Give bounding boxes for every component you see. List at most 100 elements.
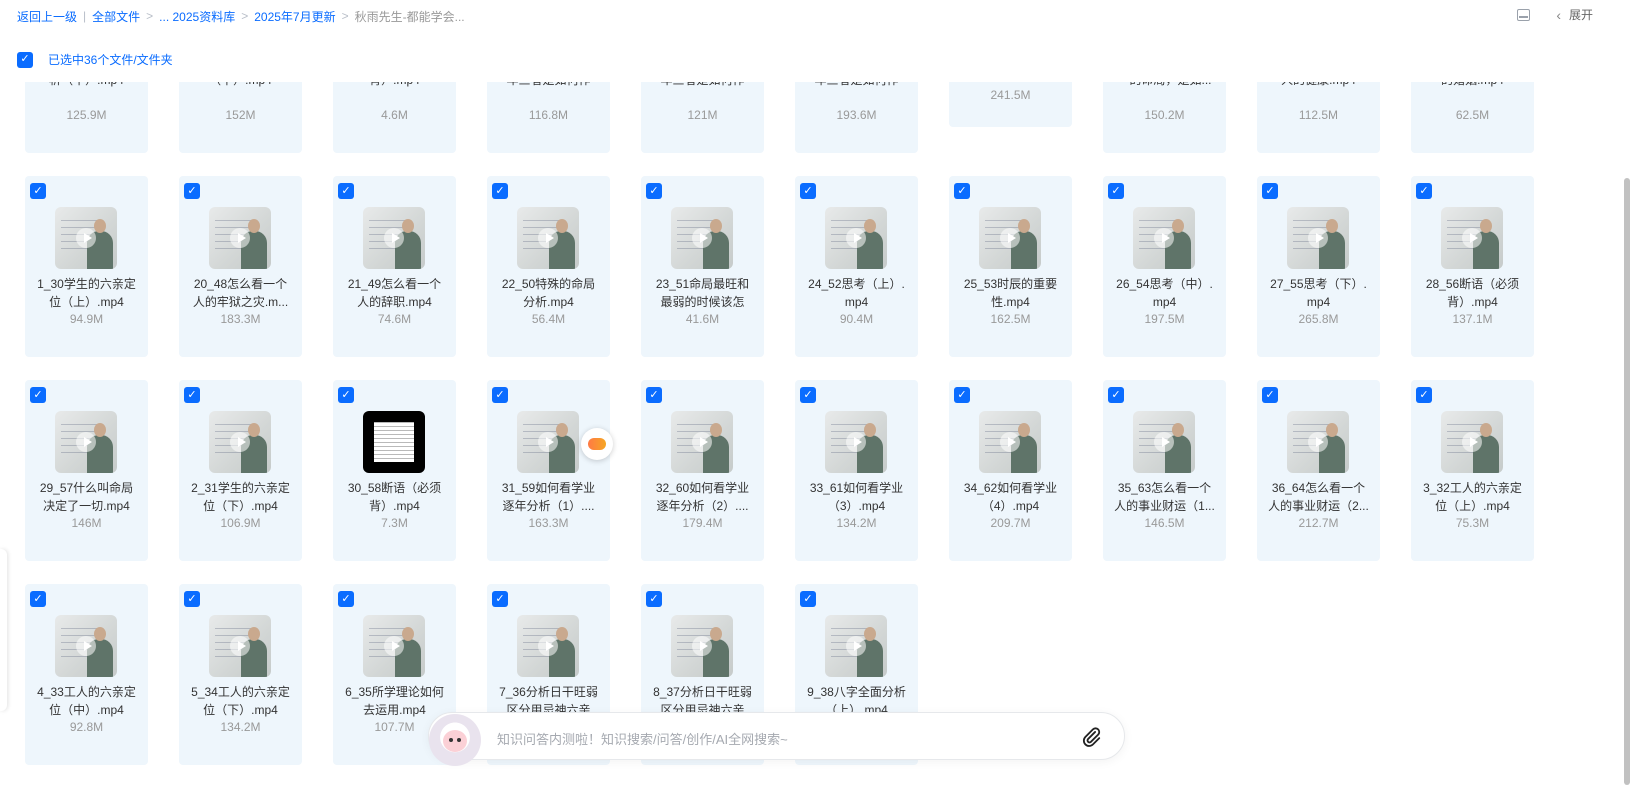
file-checkbox[interactable]: ✓ bbox=[800, 591, 816, 607]
video-thumbnail[interactable] bbox=[209, 207, 271, 269]
ai-assistant-icon[interactable] bbox=[581, 428, 613, 460]
file-checkbox[interactable]: ✓ bbox=[492, 387, 508, 403]
video-thumbnail[interactable] bbox=[517, 615, 579, 677]
file-checkbox[interactable]: ✓ bbox=[646, 387, 662, 403]
ask-input[interactable]: 知识问答内测啦！知识搜索/问答/创作/AI全网搜索~ bbox=[497, 729, 788, 748]
video-thumbnail[interactable] bbox=[1133, 411, 1195, 473]
file-card[interactable]: ✓ 36_64怎么看一个人的事业财运（2... 212.7M bbox=[1257, 380, 1380, 561]
file-checkbox[interactable]: ✓ bbox=[800, 183, 816, 199]
file-name[interactable]: 年三者是如何作 bbox=[497, 82, 600, 89]
file-name[interactable]: 6_35所学理论如何去运用.mp4 bbox=[343, 683, 446, 719]
file-name[interactable]: 20_48怎么看一个人的牢狱之灾.m... bbox=[189, 275, 292, 311]
file-checkbox[interactable]: ✓ bbox=[492, 183, 508, 199]
document-thumbnail[interactable] bbox=[363, 411, 425, 473]
file-name[interactable]: 36_64怎么看一个人的事业财运（2... bbox=[1267, 479, 1370, 515]
file-checkbox[interactable]: ✓ bbox=[338, 183, 354, 199]
file-card[interactable]: 背）.mp4 4.6M bbox=[333, 82, 456, 153]
video-thumbnail[interactable] bbox=[209, 615, 271, 677]
breadcrumb-back[interactable]: 返回上一级 bbox=[17, 8, 77, 25]
file-checkbox[interactable]: ✓ bbox=[1262, 387, 1278, 403]
file-checkbox[interactable]: ✓ bbox=[1108, 387, 1124, 403]
file-checkbox[interactable]: ✓ bbox=[1416, 183, 1432, 199]
video-thumbnail[interactable] bbox=[825, 615, 887, 677]
file-name[interactable]: 27_55思考（下）.mp4 bbox=[1267, 275, 1370, 311]
video-thumbnail[interactable] bbox=[1441, 411, 1503, 473]
breadcrumb-all-files[interactable]: 全部文件 bbox=[92, 8, 140, 25]
file-card[interactable]: ✓ 31_59如何看学业逐年分析（1）.... 163.3M bbox=[487, 380, 610, 561]
file-card[interactable]: ✓ 22_50特殊的命局分析.mp4 56.4M bbox=[487, 176, 610, 357]
file-name[interactable]: 31_59如何看学业逐年分析（1）.... bbox=[497, 479, 600, 515]
file-card[interactable]: ✓ 21_49怎么看一个人的辞职.mp4 74.6M bbox=[333, 176, 456, 357]
file-card[interactable]: ✓ 23_51命局最旺和最弱的时候该怎 41.6M bbox=[641, 176, 764, 357]
file-name[interactable]: 35_63怎么看一个人的事业财运（1... bbox=[1113, 479, 1216, 515]
file-card[interactable]: 年三者是如何作 116.8M bbox=[487, 82, 610, 153]
file-name[interactable]: 25_53时辰的重要性.mp4 bbox=[959, 275, 1062, 311]
file-name[interactable]: 33_61如何看学业（3）.mp4 bbox=[805, 479, 908, 515]
file-checkbox[interactable]: ✓ bbox=[184, 183, 200, 199]
video-thumbnail[interactable] bbox=[1441, 207, 1503, 269]
file-checkbox[interactable]: ✓ bbox=[954, 183, 970, 199]
file-card[interactable]: ✓ 33_61如何看学业（3）.mp4 134.2M bbox=[795, 380, 918, 561]
file-checkbox[interactable]: ✓ bbox=[30, 387, 46, 403]
file-card[interactable]: ✓ 27_55思考（下）.mp4 265.8M bbox=[1257, 176, 1380, 357]
chevron-left-icon[interactable]: ‹ bbox=[1556, 7, 1561, 23]
file-name[interactable]: 29_57什么叫命局决定了一切.mp4 bbox=[35, 479, 138, 515]
ask-bar[interactable]: 知识问答内测啦！知识搜索/问答/创作/AI全网搜索~ bbox=[428, 712, 1125, 766]
file-card[interactable]: ✓ 20_48怎么看一个人的牢狱之灾.m... 183.3M bbox=[179, 176, 302, 357]
video-thumbnail[interactable] bbox=[671, 411, 733, 473]
video-thumbnail[interactable] bbox=[671, 615, 733, 677]
file-name[interactable]: 26_54思考（中）.mp4 bbox=[1113, 275, 1216, 311]
file-name[interactable]: 的婚姻.mp4 bbox=[1421, 82, 1524, 89]
file-card[interactable]: 析（中）.mp4 125.9M bbox=[25, 82, 148, 153]
video-thumbnail[interactable] bbox=[979, 207, 1041, 269]
video-thumbnail[interactable] bbox=[1133, 207, 1195, 269]
video-thumbnail[interactable] bbox=[55, 207, 117, 269]
file-card[interactable]: 241.5M bbox=[949, 82, 1072, 127]
side-panel-handle[interactable] bbox=[0, 549, 7, 711]
file-name[interactable]: 2_31学生的六亲定位（下）.mp4 bbox=[189, 479, 292, 515]
file-card[interactable]: 的婚姻.mp4 62.5M bbox=[1411, 82, 1534, 153]
file-card[interactable]: ✓ 30_58断语（必须背）.mp4 7.3M bbox=[333, 380, 456, 561]
file-name[interactable]: 人的健康.mp4 bbox=[1267, 82, 1370, 89]
file-name[interactable]: 32_60如何看学业逐年分析（2）.... bbox=[651, 479, 754, 515]
layout-toggle-icon[interactable] bbox=[1517, 8, 1531, 21]
file-name[interactable]: 3_32工人的六亲定位（上）.mp4 bbox=[1421, 479, 1524, 515]
file-name[interactable]: （下）.mp4 bbox=[189, 82, 292, 89]
file-checkbox[interactable]: ✓ bbox=[1108, 183, 1124, 199]
video-thumbnail[interactable] bbox=[1287, 207, 1349, 269]
video-thumbnail[interactable] bbox=[209, 411, 271, 473]
file-name[interactable]: 24_52思考（上）.mp4 bbox=[805, 275, 908, 311]
file-card[interactable]: 一的命局，是如... 150.2M bbox=[1103, 82, 1226, 153]
file-name[interactable]: 34_62如何看学业（4）.mp4 bbox=[959, 479, 1062, 515]
file-card[interactable]: ✓ 25_53时辰的重要性.mp4 162.5M bbox=[949, 176, 1072, 357]
video-thumbnail[interactable] bbox=[671, 207, 733, 269]
file-card[interactable]: ✓ 3_32工人的六亲定位（上）.mp4 75.3M bbox=[1411, 380, 1534, 561]
file-checkbox[interactable]: ✓ bbox=[338, 591, 354, 607]
file-card[interactable]: ✓ 26_54思考（中）.mp4 197.5M bbox=[1103, 176, 1226, 357]
breadcrumb-library[interactable]: ... 2025资料库 bbox=[159, 8, 235, 25]
video-thumbnail[interactable] bbox=[517, 207, 579, 269]
file-name[interactable]: 30_58断语（必须背）.mp4 bbox=[343, 479, 446, 515]
file-grid-viewport[interactable]: 析（中）.mp4 125.9M （下）.mp4 152M 背）.mp4 4.6M 年三者是如… bbox=[0, 82, 1618, 785]
file-name[interactable]: 5_34工人的六亲定位（下）.mp4 bbox=[189, 683, 292, 719]
file-checkbox[interactable]: ✓ bbox=[646, 591, 662, 607]
file-card[interactable]: ✓ 34_62如何看学业（4）.mp4 209.7M bbox=[949, 380, 1072, 561]
file-checkbox[interactable]: ✓ bbox=[184, 591, 200, 607]
expand-button[interactable]: 展开 bbox=[1569, 6, 1593, 23]
video-thumbnail[interactable] bbox=[363, 207, 425, 269]
file-card[interactable]: ✓ 1_30学生的六亲定位（上）.mp4 94.9M bbox=[25, 176, 148, 357]
scrollbar[interactable] bbox=[1624, 178, 1630, 785]
file-checkbox[interactable]: ✓ bbox=[1416, 387, 1432, 403]
file-card[interactable]: ✓ 24_52思考（上）.mp4 90.4M bbox=[795, 176, 918, 357]
file-checkbox[interactable]: ✓ bbox=[800, 387, 816, 403]
file-card[interactable]: 人的健康.mp4 112.5M bbox=[1257, 82, 1380, 153]
video-thumbnail[interactable] bbox=[55, 615, 117, 677]
file-card[interactable]: ✓ 29_57什么叫命局决定了一切.mp4 146M bbox=[25, 380, 148, 561]
video-thumbnail[interactable] bbox=[55, 411, 117, 473]
file-name[interactable]: 4_33工人的六亲定位（中）.mp4 bbox=[35, 683, 138, 719]
file-name[interactable]: 背）.mp4 bbox=[343, 82, 446, 89]
file-card[interactable]: 年三者是如何作 193.6M bbox=[795, 82, 918, 153]
file-name[interactable]: 一的命局，是如... bbox=[1113, 82, 1216, 89]
file-card[interactable]: ✓ 4_33工人的六亲定位（中）.mp4 92.8M bbox=[25, 584, 148, 765]
file-checkbox[interactable]: ✓ bbox=[954, 387, 970, 403]
